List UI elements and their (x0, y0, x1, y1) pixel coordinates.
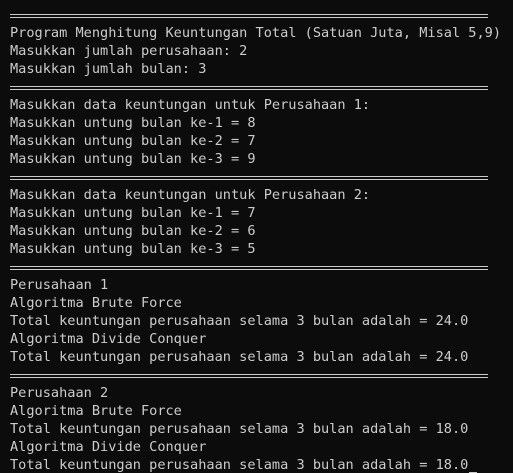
console-line: Total keuntungan perusahaan selama 3 bul… (10, 456, 513, 473)
console-line: Algoritma Brute Force (10, 294, 513, 312)
separator-line (10, 258, 488, 276)
console-line: Program Menghitung Keuntungan Total (Sat… (10, 24, 513, 42)
console-line-text: Algoritma Divide Conquer (10, 331, 207, 347)
separator-line (10, 6, 488, 24)
console-line: Masukkan untung bulan ke-3 = 5 (10, 240, 513, 258)
console-line-text: Total keuntungan perusahaan selama 3 bul… (10, 349, 469, 365)
console-line-text: Perusahaan 2 (10, 385, 109, 401)
console-line: Algoritma Divide Conquer (10, 438, 513, 456)
console-line-text: Algoritma Divide Conquer (10, 439, 207, 455)
console-line-text: Total keuntungan perusahaan selama 3 bul… (10, 313, 469, 329)
console-line-text: Program Menghitung Keuntungan Total (Sat… (10, 25, 502, 41)
console-line: Masukkan data keuntungan untuk Perusahaa… (10, 96, 513, 114)
console-line: Masukkan jumlah bulan: 3 (10, 60, 513, 78)
console-line: Masukkan untung bulan ke-3 = 9 (10, 150, 513, 168)
console-line: Total keuntungan perusahaan selama 3 bul… (10, 420, 513, 438)
console-line: Algoritma Brute Force (10, 402, 513, 420)
console-line: Perusahaan 2 (10, 384, 513, 402)
console-line-text: Masukkan untung bulan ke-3 = 9 (10, 151, 256, 167)
console-line: Masukkan untung bulan ke-2 = 7 (10, 132, 513, 150)
console-line: Masukkan data keuntungan untuk Perusahaa… (10, 186, 513, 204)
console-line-text: Total keuntungan perusahaan selama 3 bul… (10, 421, 469, 437)
console-line-text: Masukkan untung bulan ke-3 = 5 (10, 241, 256, 257)
console-line: Masukkan jumlah perusahaan: 2 (10, 42, 513, 60)
console-line: Total keuntungan perusahaan selama 3 bul… (10, 312, 513, 330)
console-line-text: Masukkan untung bulan ke-1 = 7 (10, 205, 256, 221)
console-line-text: Masukkan untung bulan ke-2 = 7 (10, 133, 256, 149)
console-line-text: Algoritma Brute Force (10, 295, 182, 311)
console-line: Masukkan untung bulan ke-2 = 6 (10, 222, 513, 240)
console-line: Perusahaan 1 (10, 276, 513, 294)
console-line: Total keuntungan perusahaan selama 3 bul… (10, 348, 513, 366)
console-line-text: Total keuntungan perusahaan selama 3 bul… (10, 457, 469, 473)
console-line: Masukkan untung bulan ke-1 = 7 (10, 204, 513, 222)
console-line-text: Masukkan untung bulan ke-1 = 8 (10, 115, 256, 131)
console-line-text: Algoritma Brute Force (10, 403, 182, 419)
console-line-text: Perusahaan 1 (10, 277, 109, 293)
console-output[interactable]: Program Menghitung Keuntungan Total (Sat… (0, 0, 513, 473)
separator-line (10, 168, 488, 186)
console-line-text: Masukkan jumlah bulan: 3 (10, 61, 207, 77)
console-line-text: Masukkan jumlah perusahaan: 2 (10, 43, 248, 59)
console-line: Masukkan untung bulan ke-1 = 8 (10, 114, 513, 132)
separator-line (10, 366, 488, 384)
console-line: Algoritma Divide Conquer (10, 330, 513, 348)
separator-line (10, 78, 488, 96)
console-line-text: Masukkan data keuntungan untuk Perusahaa… (10, 97, 371, 113)
console-line-text: Masukkan untung bulan ke-2 = 6 (10, 223, 256, 239)
console-line-text: Masukkan data keuntungan untuk Perusahaa… (10, 187, 371, 203)
